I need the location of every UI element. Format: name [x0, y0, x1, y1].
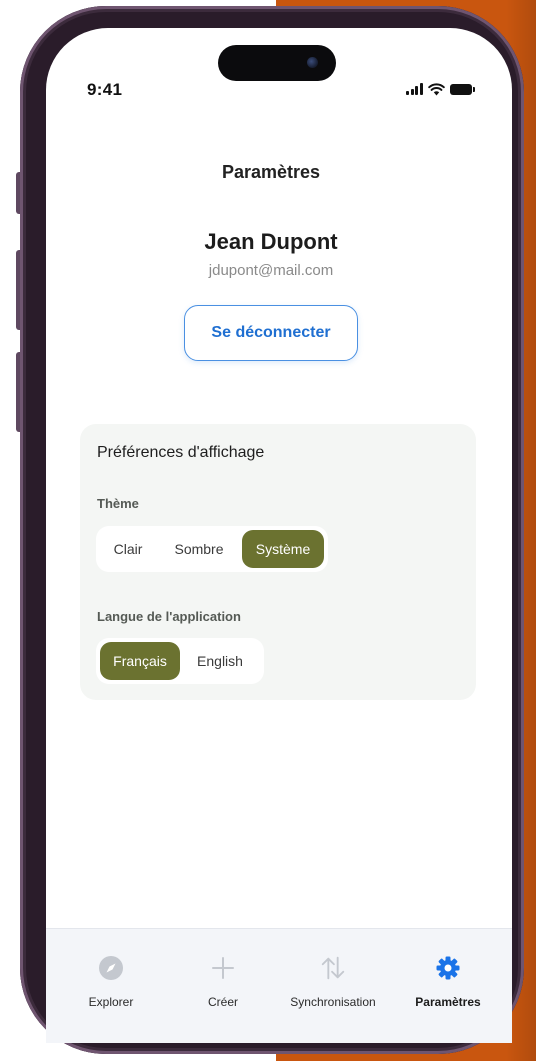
wifi-icon [427, 82, 445, 95]
screenshot-stage: 9:41 Paramètres Jean Dupont jdupont@mail… [0, 0, 536, 1061]
logout-button[interactable]: Se déconnecter [184, 305, 358, 361]
user-name: Jean Dupont [204, 229, 338, 254]
user-email: jdupont@mail.com [208, 262, 334, 279]
language-label: Langue de l'application [97, 609, 241, 624]
tab-label-settings: Paramètres [415, 995, 481, 1009]
card-title: Préférences d'affichage [97, 444, 265, 461]
tab-sync[interactable]: Synchronisation [278, 929, 388, 1043]
sync-arrows-icon [319, 954, 347, 982]
theme-label: Thème [97, 496, 139, 511]
language-option-english[interactable]: English [180, 642, 260, 680]
dynamic-island [218, 45, 336, 81]
tab-explorer[interactable]: Explorer [66, 929, 156, 1043]
theme-option-system[interactable]: Système [242, 530, 324, 568]
tab-label-explorer: Explorer [88, 995, 134, 1009]
compass-icon [97, 954, 125, 982]
tab-label-create: Créer [207, 995, 238, 1009]
display-preferences-card: Préférences d'affichage Thème Clair Somb… [80, 424, 476, 700]
language-selector: Français English [96, 638, 264, 684]
bottom-tab-bar: Explorer Créer Synchronisation Paramètre… [46, 928, 512, 1043]
tab-settings[interactable]: Paramètres [398, 929, 498, 1043]
plus-icon [209, 954, 237, 982]
battery-icon [449, 83, 475, 95]
language-option-french[interactable]: Français [100, 642, 180, 680]
theme-option-dark[interactable]: Sombre [156, 530, 242, 568]
theme-selector: Clair Sombre Système [96, 526, 328, 572]
camera-lens [307, 57, 318, 68]
cellular-signal-icon [406, 83, 423, 95]
tab-create[interactable]: Créer [178, 929, 268, 1043]
page-title: Paramètres [221, 162, 321, 182]
status-icons [406, 82, 475, 96]
gear-icon [434, 954, 462, 982]
status-time: 9:41 [87, 80, 123, 99]
theme-option-light[interactable]: Clair [100, 530, 156, 568]
tab-label-sync: Synchronisation [290, 995, 376, 1009]
